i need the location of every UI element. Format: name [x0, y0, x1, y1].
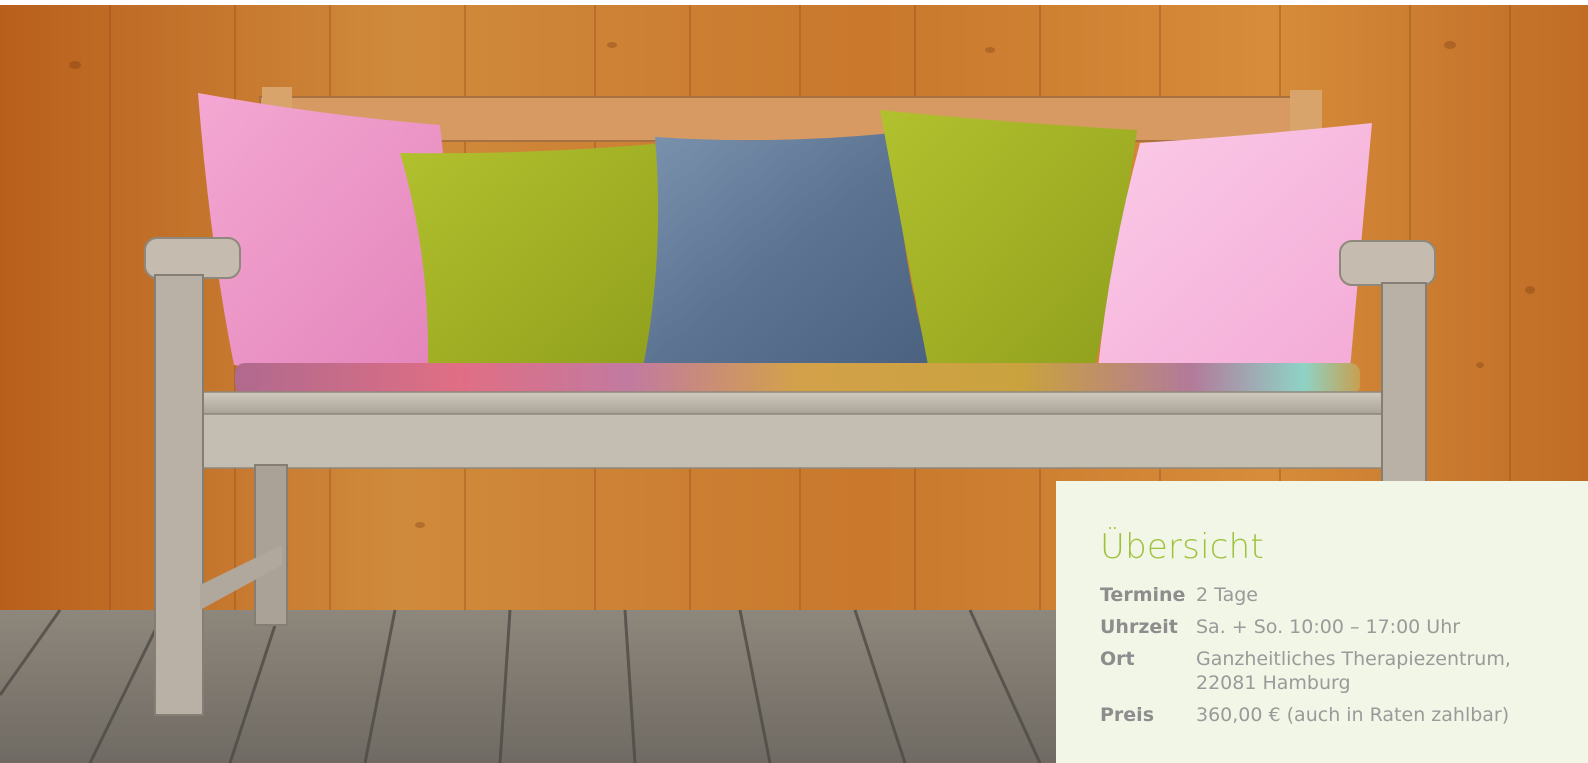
location-value-line1: Ganzheitliches Therapiezentrum,	[1196, 648, 1511, 670]
location-label: Ort	[1100, 648, 1135, 670]
blue-cushion	[643, 133, 930, 372]
dates-value: 2 Tage	[1196, 584, 1258, 606]
overview-card: Übersicht Termine 2 Tage Uhrzeit Sa. + S…	[1056, 481, 1588, 763]
pink-cushion	[198, 93, 448, 371]
time-value: Sa. + So. 10:00 – 17:00 Uhr	[1196, 616, 1461, 638]
price-value: 360,00 € (auch in Raten zahlbar)	[1196, 704, 1510, 726]
location-value-line2: 22081 Hamburg	[1196, 672, 1351, 694]
overview-details: Termine 2 Tage Uhrzeit Sa. + So. 10:00 –…	[1100, 583, 1568, 727]
time-label: Uhrzeit	[1100, 616, 1178, 638]
overview-title: Übersicht	[1100, 527, 1264, 567]
location-value: Ganzheitliches Therapiezentrum, 22081 Ha…	[1196, 647, 1568, 695]
light-pink-cushion	[1098, 123, 1372, 377]
price-label: Preis	[1100, 704, 1155, 726]
green-cushion	[400, 143, 672, 370]
dates-label: Termine	[1100, 584, 1186, 606]
